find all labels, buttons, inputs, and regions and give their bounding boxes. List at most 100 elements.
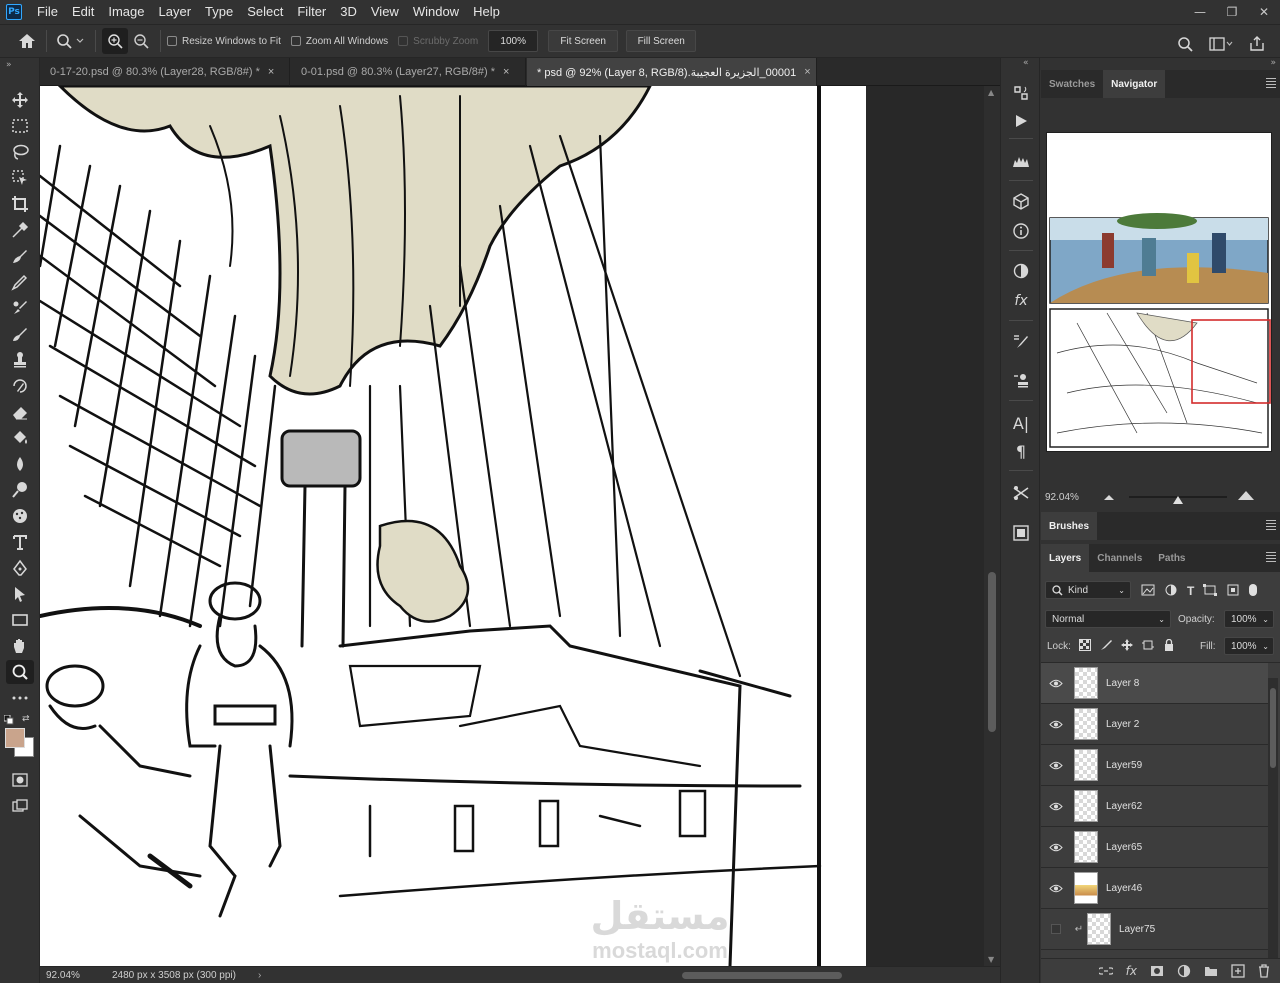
tab-document-1[interactable]: 0-17-20.psd @ 80.3% (Layer28, RGB/8#) * × <box>40 58 290 86</box>
layer-name[interactable]: Layer 8 <box>1106 678 1139 689</box>
layer-row[interactable]: Layer65 <box>1041 827 1268 868</box>
lock-transparent-icon[interactable] <box>1079 639 1091 651</box>
visibility-eye-icon[interactable] <box>1041 843 1071 852</box>
tab-channels[interactable]: Channels <box>1089 544 1150 572</box>
new-group-icon[interactable] <box>1204 965 1218 977</box>
layer-name[interactable]: Layer59 <box>1106 760 1142 771</box>
layer-row[interactable]: Layer 2 <box>1041 704 1268 745</box>
crop-tool-icon[interactable] <box>6 192 34 216</box>
add-mask-icon[interactable] <box>1150 965 1164 977</box>
tab-layers[interactable]: Layers <box>1041 544 1090 572</box>
pen-tool-icon[interactable] <box>6 556 34 580</box>
menu-select[interactable]: Select <box>240 0 290 24</box>
minimize-button[interactable]: — <box>1184 0 1216 24</box>
layer-name[interactable]: Layer46 <box>1106 883 1142 894</box>
filter-type-icon[interactable]: T <box>1187 584 1194 598</box>
menu-edit[interactable]: Edit <box>65 0 101 24</box>
status-zoom[interactable]: 92.04% <box>40 970 100 981</box>
styles-fx-icon[interactable]: fx <box>1007 288 1035 314</box>
zoom-tool-icon[interactable] <box>6 660 34 684</box>
menu-file[interactable]: File <box>30 0 65 24</box>
zoom-slider-knob[interactable] <box>1173 493 1183 504</box>
close-tab-icon[interactable]: × <box>268 66 274 78</box>
layers-scrollbar[interactable] <box>1268 678 1278 958</box>
paragraph-icon[interactable]: ¶ <box>1007 438 1035 464</box>
scroll-down-icon[interactable]: ▼ <box>988 955 994 964</box>
default-colors-icon[interactable] <box>3 714 14 725</box>
zoom-in-mountain-icon[interactable] <box>1237 489 1255 504</box>
eyedropper-tool-icon[interactable] <box>6 218 34 242</box>
healing-brush-tool-icon[interactable] <box>6 244 34 268</box>
adjustments-icon[interactable] <box>1007 258 1035 284</box>
3d-icon[interactable] <box>1007 188 1035 214</box>
layer-name[interactable]: Layer62 <box>1106 801 1142 812</box>
zoom-in-icon[interactable] <box>102 28 128 54</box>
delete-layer-icon[interactable] <box>1258 964 1270 978</box>
panel-menu-icon[interactable] <box>1266 78 1276 90</box>
navigator-preview[interactable] <box>1046 132 1272 452</box>
screen-mode-icon[interactable] <box>6 794 34 818</box>
layer-row[interactable]: Layer 8 <box>1041 663 1268 704</box>
link-layers-icon[interactable] <box>1098 966 1113 976</box>
zoom-tool-preset-icon[interactable] <box>53 28 89 54</box>
home-icon[interactable] <box>14 28 40 54</box>
new-adjustment-layer-icon[interactable] <box>1177 964 1191 978</box>
move-tool-icon[interactable] <box>6 88 34 112</box>
menu-window[interactable]: Window <box>406 0 466 24</box>
mixer-brush-tool-icon[interactable] <box>6 322 34 346</box>
tab-navigator[interactable]: Navigator <box>1103 70 1166 98</box>
path-selection-tool-icon[interactable] <box>6 582 34 606</box>
comic-artwork[interactable]: مستقل mostaql.com <box>40 86 866 966</box>
more-tools-icon[interactable] <box>6 686 34 710</box>
stamp-tool-icon[interactable] <box>6 348 34 372</box>
tab-document-active[interactable]: 00001_الجزيرة العجيبة.psd @ 92% (Layer 8… <box>527 58 817 86</box>
filter-shape-icon[interactable] <box>1203 584 1218 596</box>
collapse-panels-icon[interactable]: » <box>1270 58 1276 68</box>
layer-row[interactable]: Layer62 <box>1041 786 1268 827</box>
lock-position-icon[interactable] <box>1121 639 1133 651</box>
menu-image[interactable]: Image <box>101 0 151 24</box>
vertical-scrollbar[interactable]: ▲ ▼ <box>984 86 1000 966</box>
visibility-eye-icon[interactable] <box>1041 802 1071 811</box>
share-icon[interactable] <box>1244 31 1270 57</box>
tool-presets-icon[interactable] <box>1007 480 1035 506</box>
vertical-scroll-thumb[interactable] <box>988 572 996 732</box>
layer-row[interactable]: Layer46 <box>1041 868 1268 909</box>
panel-menu-icon[interactable] <box>1266 552 1276 564</box>
object-selection-tool-icon[interactable] <box>6 166 34 190</box>
navigator-zoom-slider[interactable] <box>1129 493 1227 504</box>
dodge-tool-icon[interactable] <box>6 478 34 502</box>
navigator-zoom-value[interactable]: 92.04% <box>1045 492 1079 503</box>
layer-row[interactable]: Layer59 <box>1041 745 1268 786</box>
menu-help[interactable]: Help <box>466 0 507 24</box>
status-menu-arrow-icon[interactable]: › <box>258 970 261 981</box>
menu-3d[interactable]: 3D <box>333 0 364 24</box>
document-canvas[interactable]: مستقل mostaql.com <box>40 86 984 966</box>
add-layer-style-icon[interactable]: fx <box>1126 964 1137 978</box>
history-brush-tool-icon[interactable] <box>6 374 34 398</box>
visibility-eye-icon[interactable] <box>1041 884 1071 893</box>
layer-filter-kind[interactable]: Kind ⌄ <box>1045 581 1131 599</box>
close-tab-icon[interactable]: × <box>503 66 509 78</box>
paint-bucket-tool-icon[interactable] <box>6 426 34 450</box>
zoom-out-icon[interactable] <box>128 28 154 54</box>
search-icon[interactable] <box>1172 31 1198 57</box>
foreground-color-swatch[interactable] <box>5 728 25 748</box>
rectangle-tool-icon[interactable] <box>6 608 34 632</box>
new-layer-icon[interactable] <box>1231 964 1245 978</box>
workspace-icon[interactable] <box>1208 31 1234 57</box>
close-tab-icon[interactable]: × <box>804 66 810 78</box>
lock-all-icon[interactable] <box>1163 639 1175 651</box>
info-icon[interactable] <box>1007 218 1035 244</box>
filter-smart-object-icon[interactable] <box>1226 584 1240 596</box>
brush-settings-icon[interactable] <box>1007 328 1035 354</box>
zoom-percent-field[interactable]: 100% <box>488 30 539 52</box>
layers-scroll-thumb[interactable] <box>1270 688 1276 768</box>
swap-colors-icon[interactable]: ⇄ <box>22 714 30 724</box>
fill-screen-button[interactable]: Fill Screen <box>626 30 697 52</box>
brush-tool-icon[interactable] <box>6 270 34 294</box>
restore-button[interactable]: ❐ <box>1216 0 1248 24</box>
clone-source-icon[interactable] <box>1007 368 1035 394</box>
opacity-field[interactable]: 100% ⌄ <box>1224 610 1274 628</box>
fill-field[interactable]: 100% ⌄ <box>1224 637 1274 655</box>
